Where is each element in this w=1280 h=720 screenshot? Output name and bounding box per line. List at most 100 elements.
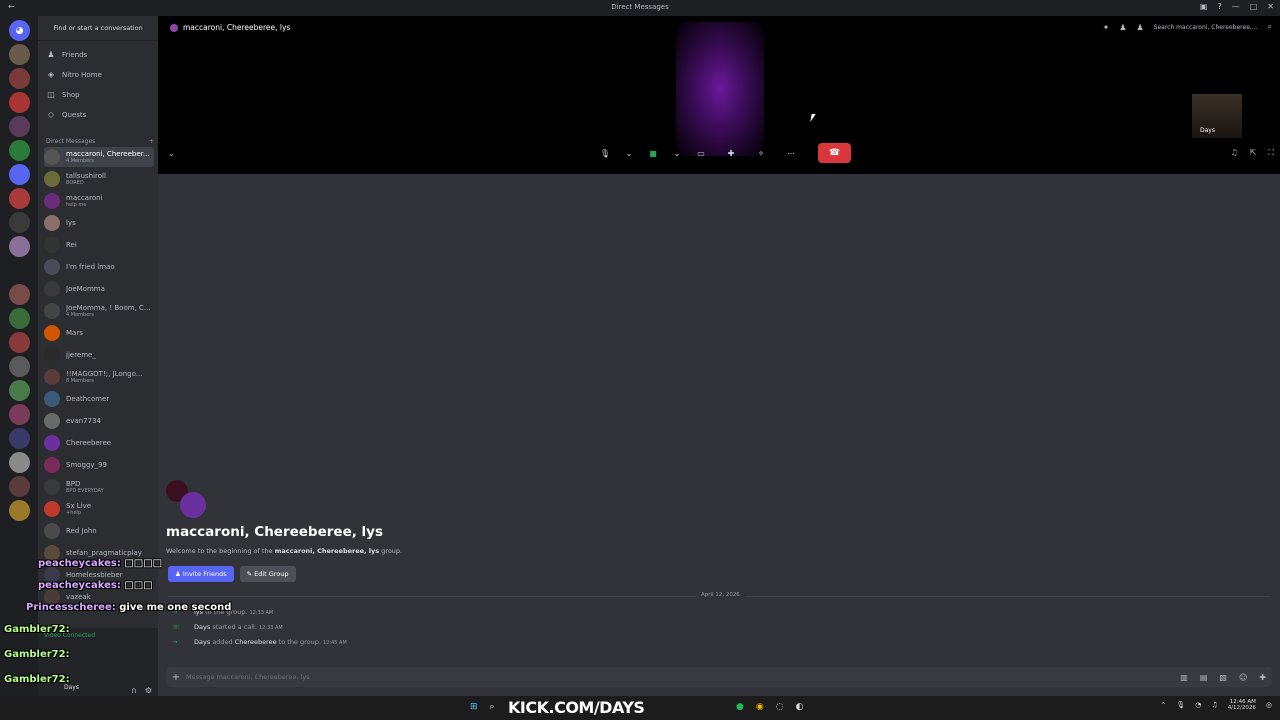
nav-friends[interactable]: ♟ Friends bbox=[46, 46, 154, 63]
create-dm-icon[interactable]: + bbox=[149, 138, 154, 145]
mic-tray-icon[interactable]: 🎙︎ bbox=[1176, 701, 1185, 709]
server-icon[interactable] bbox=[9, 116, 30, 137]
headphones-icon[interactable]: ∩ bbox=[131, 686, 137, 695]
server-icon[interactable] bbox=[9, 332, 30, 353]
dm-item[interactable]: Homelessbieber bbox=[44, 565, 154, 585]
avatar bbox=[44, 479, 60, 495]
server-icon[interactable] bbox=[9, 44, 30, 65]
dm-item[interactable]: I'm fried lmao bbox=[44, 257, 154, 277]
spotify-icon[interactable]: ● bbox=[736, 702, 744, 712]
server-icon[interactable] bbox=[9, 68, 30, 89]
nav-nitro-home[interactable]: ◈ Nitro Home bbox=[46, 66, 154, 83]
pin-icon[interactable]: ✦ bbox=[1103, 23, 1110, 32]
server-icon[interactable] bbox=[9, 404, 30, 425]
dm-item[interactable]: tallsushiroll BORED bbox=[44, 169, 154, 189]
volume-tray-icon[interactable]: ♫ bbox=[1211, 701, 1217, 709]
server-icon[interactable] bbox=[9, 164, 30, 185]
settings-gear-icon[interactable]: ⚙ bbox=[145, 686, 152, 695]
dm-item[interactable]: Deathcomer bbox=[44, 389, 154, 409]
server-icon[interactable] bbox=[9, 476, 30, 497]
dm-item[interactable]: Red John bbox=[44, 521, 154, 541]
nav-quests[interactable]: ◇ Quests bbox=[46, 106, 154, 123]
dm-item[interactable]: BPD BPD EVERYDAY bbox=[44, 477, 154, 497]
dm-item[interactable]: Sx Live +help bbox=[44, 499, 154, 519]
windows-start-icon[interactable]: ⊞ bbox=[470, 702, 478, 712]
server-icon[interactable] bbox=[9, 356, 30, 377]
edit-group-button[interactable]: ✎ Edit Group bbox=[239, 566, 296, 582]
server-icon[interactable] bbox=[9, 188, 30, 209]
chevron-up-icon[interactable]: ⌃ bbox=[1161, 701, 1167, 709]
volume-icon[interactable]: ♫ bbox=[1231, 148, 1238, 158]
message-subject[interactable]: lys bbox=[194, 608, 203, 616]
chevron-down-icon[interactable]: ⌄ bbox=[168, 149, 175, 158]
dm-item[interactable]: stefan_pragmaticplay bbox=[44, 543, 154, 563]
minimize-button[interactable]: — bbox=[1232, 2, 1240, 11]
find-conversation-button[interactable]: Find or start a conversation bbox=[38, 16, 158, 41]
notification-bell-icon[interactable]: ◎ bbox=[1266, 701, 1272, 709]
dm-item[interactable]: JoeMomma, ! Boom, C... 4 Members bbox=[44, 301, 154, 321]
members-icon[interactable]: ♟ bbox=[1136, 23, 1143, 32]
server-icon[interactable] bbox=[9, 140, 30, 161]
message-author[interactable]: Days bbox=[194, 623, 210, 631]
clock[interactable]: 12:46 AM 4/12/2026 bbox=[1228, 699, 1256, 711]
discord-taskbar-icon[interactable]: ◐ bbox=[796, 702, 804, 712]
dm-item[interactable]: maccaroni help me bbox=[44, 191, 154, 211]
message-author[interactable]: Days bbox=[194, 638, 210, 646]
dm-item[interactable]: Mars bbox=[44, 323, 154, 343]
dm-item[interactable]: jjereme_ bbox=[44, 345, 154, 365]
search-icon[interactable]: ⌕ bbox=[490, 702, 495, 712]
dm-item[interactable]: maccaroni, Chereeber... 4 Members bbox=[44, 147, 154, 167]
chrome-icon[interactable]: ◉ bbox=[756, 702, 764, 712]
self-video[interactable]: Days bbox=[1192, 94, 1242, 138]
dm-item[interactable]: evan7734 bbox=[44, 411, 154, 431]
participant-video[interactable] bbox=[676, 22, 764, 156]
attach-plus-icon[interactable]: + bbox=[166, 672, 186, 683]
activities-icon[interactable]: ✚ bbox=[722, 144, 740, 162]
camera-icon[interactable]: ■ bbox=[644, 144, 662, 162]
hang-up-button[interactable]: ☎ bbox=[818, 143, 851, 163]
inbox-icon[interactable]: ▣ bbox=[1200, 2, 1208, 11]
emoji-icon[interactable]: ☺ bbox=[1239, 673, 1247, 682]
maximize-button[interactable]: □ bbox=[1250, 2, 1258, 11]
help-icon[interactable]: ? bbox=[1217, 2, 1221, 11]
sticker-icon[interactable]: ▧ bbox=[1219, 673, 1227, 682]
message-composer[interactable]: + Message maccaroni, Chereeberee, lys ▥ … bbox=[166, 667, 1272, 687]
camera-options-chevron-icon[interactable]: ⌄ bbox=[674, 144, 681, 162]
microphone-icon[interactable]: 🎙︎ bbox=[596, 144, 614, 162]
popout-icon[interactable]: ⇱ bbox=[1250, 148, 1257, 158]
server-icon[interactable] bbox=[9, 212, 30, 233]
network-icon[interactable]: ◔ bbox=[1195, 701, 1201, 709]
fullscreen-icon[interactable]: ⛶ bbox=[1268, 148, 1274, 158]
server-icon[interactable] bbox=[9, 92, 30, 113]
close-button[interactable]: ✕ bbox=[1267, 2, 1274, 11]
nav-shop[interactable]: ◫ Shop bbox=[46, 86, 154, 103]
discord-home-icon[interactable]: ◕ bbox=[9, 20, 30, 41]
dm-item[interactable]: Rei bbox=[44, 235, 154, 255]
dm-item[interactable]: Chereeberee bbox=[44, 433, 154, 453]
soundboard-icon[interactable]: ✧ bbox=[752, 144, 770, 162]
mic-options-chevron-icon[interactable]: ⌄ bbox=[626, 144, 633, 162]
search-input[interactable]: Search maccaroni, Chereeberee,... bbox=[1154, 24, 1258, 31]
server-icon[interactable] bbox=[9, 380, 30, 401]
server-icon[interactable] bbox=[9, 308, 30, 329]
screen-share-icon[interactable]: ▭ bbox=[692, 144, 710, 162]
gift-icon[interactable]: ▥ bbox=[1180, 673, 1188, 682]
server-icon[interactable] bbox=[9, 452, 30, 473]
server-icon[interactable] bbox=[9, 500, 30, 521]
dm-item[interactable]: Smoggy_99 bbox=[44, 455, 154, 475]
server-icon[interactable] bbox=[9, 428, 30, 449]
invite-friends-button[interactable]: ♟ Invite Friends bbox=[168, 566, 234, 582]
dm-item[interactable]: lys bbox=[44, 213, 154, 233]
app-icon[interactable]: ◌ bbox=[776, 702, 784, 712]
server-icon[interactable] bbox=[9, 236, 30, 257]
apps-icon[interactable]: ✚ bbox=[1259, 673, 1266, 682]
dm-item[interactable]: vazeak bbox=[44, 587, 154, 607]
server-icon[interactable] bbox=[9, 284, 30, 305]
dm-item[interactable]: JoeMomma bbox=[44, 279, 154, 299]
more-options-icon[interactable]: ⋯ bbox=[782, 144, 800, 162]
gif-icon[interactable]: ▤ bbox=[1200, 673, 1208, 682]
add-friends-icon[interactable]: ♟ bbox=[1119, 23, 1126, 32]
dm-item[interactable]: !!MAGGOT!;, JLongo... 8 Members bbox=[44, 367, 154, 387]
server-icon[interactable] bbox=[9, 260, 30, 281]
message-subject[interactable]: Chereeberee bbox=[235, 638, 277, 646]
